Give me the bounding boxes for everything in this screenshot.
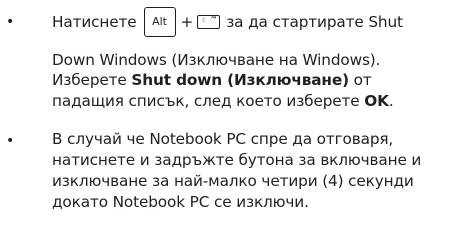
- item-1-line-1: Натиснете Alt + ☾ f4 за да стартирате Sh…: [52, 7, 403, 37]
- document-page: • Натиснете Alt + ☾ f4 за да стартирате …: [0, 0, 464, 244]
- bullet-1: •: [6, 14, 15, 30]
- start-shutdown-text: за да стартирате Shut: [226, 13, 403, 31]
- bullet-2: •: [6, 133, 15, 149]
- plus-sign: +: [180, 13, 194, 31]
- select-text: Изберете: [52, 71, 132, 89]
- f4-key-icon: ☾ f4: [197, 15, 221, 29]
- press-text: Натиснете: [52, 13, 137, 31]
- shutdown-option-label: Shut down (Изключване): [131, 71, 349, 89]
- item-2-line-2: натиснете и задръжте бутона за включване…: [52, 151, 422, 169]
- item-2-line-1: В случай че Notebook PC спре да отговаря…: [52, 130, 394, 148]
- item-1-line-3: Изберете Shut down (Изключване) от: [52, 70, 372, 90]
- item-1-line-4: падащия списък, след което изберете OK.: [52, 91, 394, 111]
- item-2-line-3: изключване за най-малко четири (4) секун…: [52, 172, 414, 190]
- item-2-line-4: докато Notebook PC се изключи.: [52, 193, 309, 211]
- ok-label: OK: [364, 92, 389, 110]
- item-1-line-2: Down Windows (Изключване на Windows).: [52, 51, 381, 69]
- period: .: [388, 92, 394, 110]
- sleep-glyph: ☾: [202, 17, 208, 24]
- alt-key-icon: Alt: [143, 7, 176, 37]
- from-text: от: [348, 71, 372, 89]
- f4-label: f4: [211, 15, 217, 21]
- dropdown-text: падащия списък, след което изберете: [52, 92, 365, 110]
